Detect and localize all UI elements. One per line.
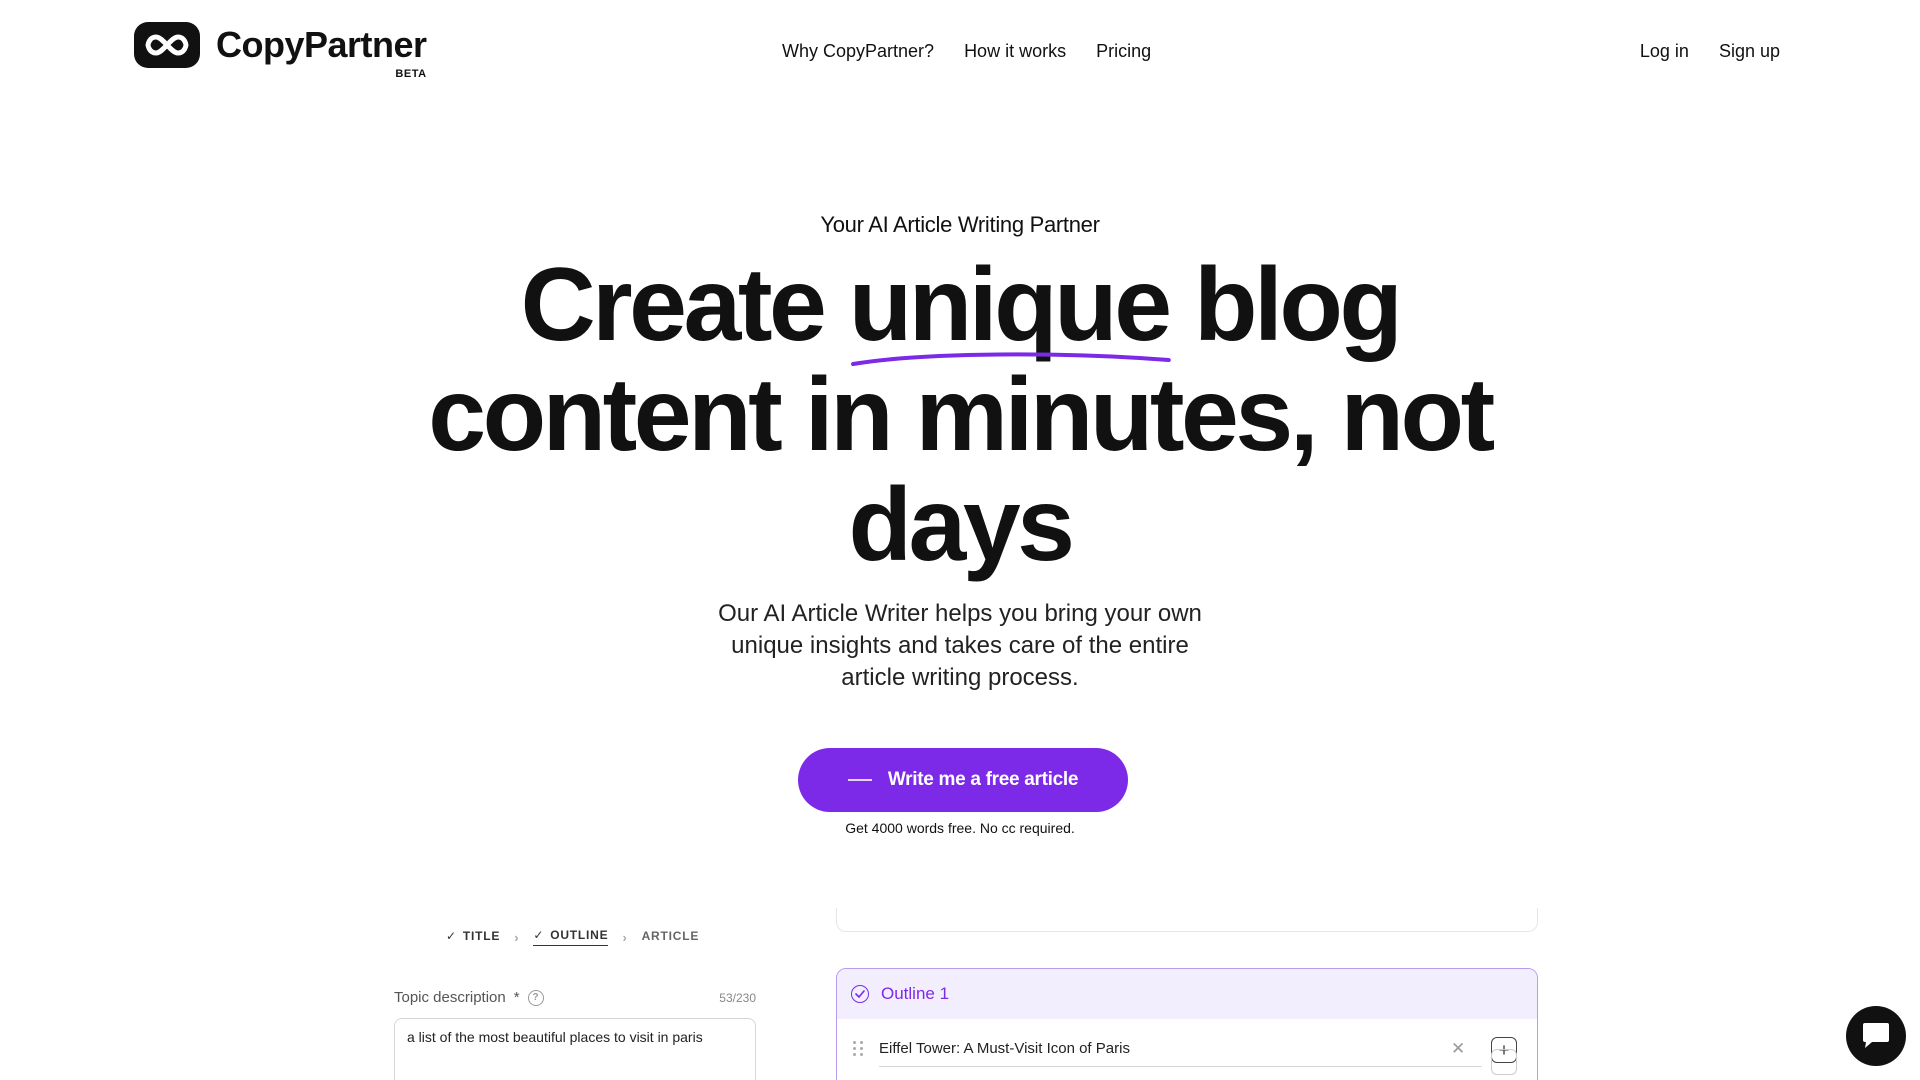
brand-logo[interactable]: CopyPartner BETA (134, 22, 427, 80)
login-link[interactable]: Log in (1640, 38, 1689, 64)
infinity-icon (134, 22, 200, 68)
close-icon[interactable]: ✕ (1451, 1040, 1465, 1058)
chat-widget-button[interactable] (1846, 1006, 1906, 1066)
checkmark-icon: ✓ (446, 928, 457, 943)
nav-why-copypartner[interactable]: Why CopyPartner? (782, 38, 934, 64)
outline-title: Outline 1 (881, 984, 950, 1003)
topic-description-input[interactable]: a list of the most beautiful places to v… (394, 1018, 756, 1080)
outline-item: ✕ + (837, 1019, 1537, 1079)
next-item-button-partial (1491, 1049, 1517, 1075)
hero-subtitle: Our AI Article Writer helps you bring yo… (718, 600, 1202, 691)
chevron-right-icon: › (622, 929, 628, 945)
step-indicator: ✓ TITLE › ✓ OUTLINE › ARTICLE (446, 928, 699, 946)
outline-header[interactable]: Outline 1 (837, 969, 1537, 1019)
step-outline-label: OUTLINE (550, 928, 609, 942)
beta-badge: BETA (395, 68, 427, 80)
title-card-bottom (836, 908, 1538, 932)
signup-link[interactable]: Sign up (1719, 38, 1780, 64)
nav-how-it-works[interactable]: How it works (964, 38, 1066, 64)
hero-eyebrow: Your AI Article Writing Partner (820, 212, 1100, 237)
headline-highlight-text: unique (848, 247, 1172, 363)
cta-label: Write me a free article (887, 769, 1079, 790)
hero-headline: Create unique blog content in minutes, n… (360, 250, 1560, 580)
check-circle-icon (851, 985, 869, 1003)
topic-label-text: Topic description (394, 989, 506, 1006)
brand-name: CopyPartner (216, 24, 427, 65)
chat-bubble-icon (1863, 1023, 1889, 1048)
help-icon[interactable]: ? (527, 989, 544, 1006)
outline-card[interactable]: Outline 1 ✕ + (836, 968, 1538, 1080)
auth-links: Log in Sign up (1640, 38, 1780, 64)
chevron-right-icon: › (514, 929, 520, 945)
step-title-label: TITLE (462, 928, 501, 943)
topic-label-row: Topic description * ? 53/230 (394, 989, 756, 1006)
step-title[interactable]: ✓ TITLE (446, 929, 500, 946)
required-mark: * (513, 989, 520, 1006)
write-free-article-button[interactable]: Write me a free article (798, 748, 1128, 812)
step-article[interactable]: ARTICLE (642, 929, 700, 946)
topic-label: Topic description * ? (394, 989, 544, 1006)
nav-pricing[interactable]: Pricing (1096, 38, 1151, 64)
step-outline[interactable]: ✓ OUTLINE (533, 928, 609, 946)
headline-part-1: Create (520, 247, 849, 363)
character-count: 53/230 (719, 990, 756, 1005)
cta-note: Get 4000 words free. No cc required. (845, 820, 1075, 836)
checkmark-icon: ✓ (533, 928, 545, 942)
headline-highlight: unique (848, 247, 1172, 366)
highlight-underline (850, 352, 1171, 366)
drag-handle-icon[interactable] (853, 1041, 865, 1057)
outline-item-input[interactable] (879, 1031, 1482, 1067)
main-nav: Why CopyPartner? How it works Pricing (782, 38, 1151, 64)
step-article-label: ARTICLE (641, 928, 700, 943)
site-header: CopyPartner BETA Why CopyPartner? How it… (0, 0, 1920, 100)
brand-wordmark: CopyPartner BETA (216, 22, 427, 80)
cta-dash-icon (847, 779, 872, 781)
